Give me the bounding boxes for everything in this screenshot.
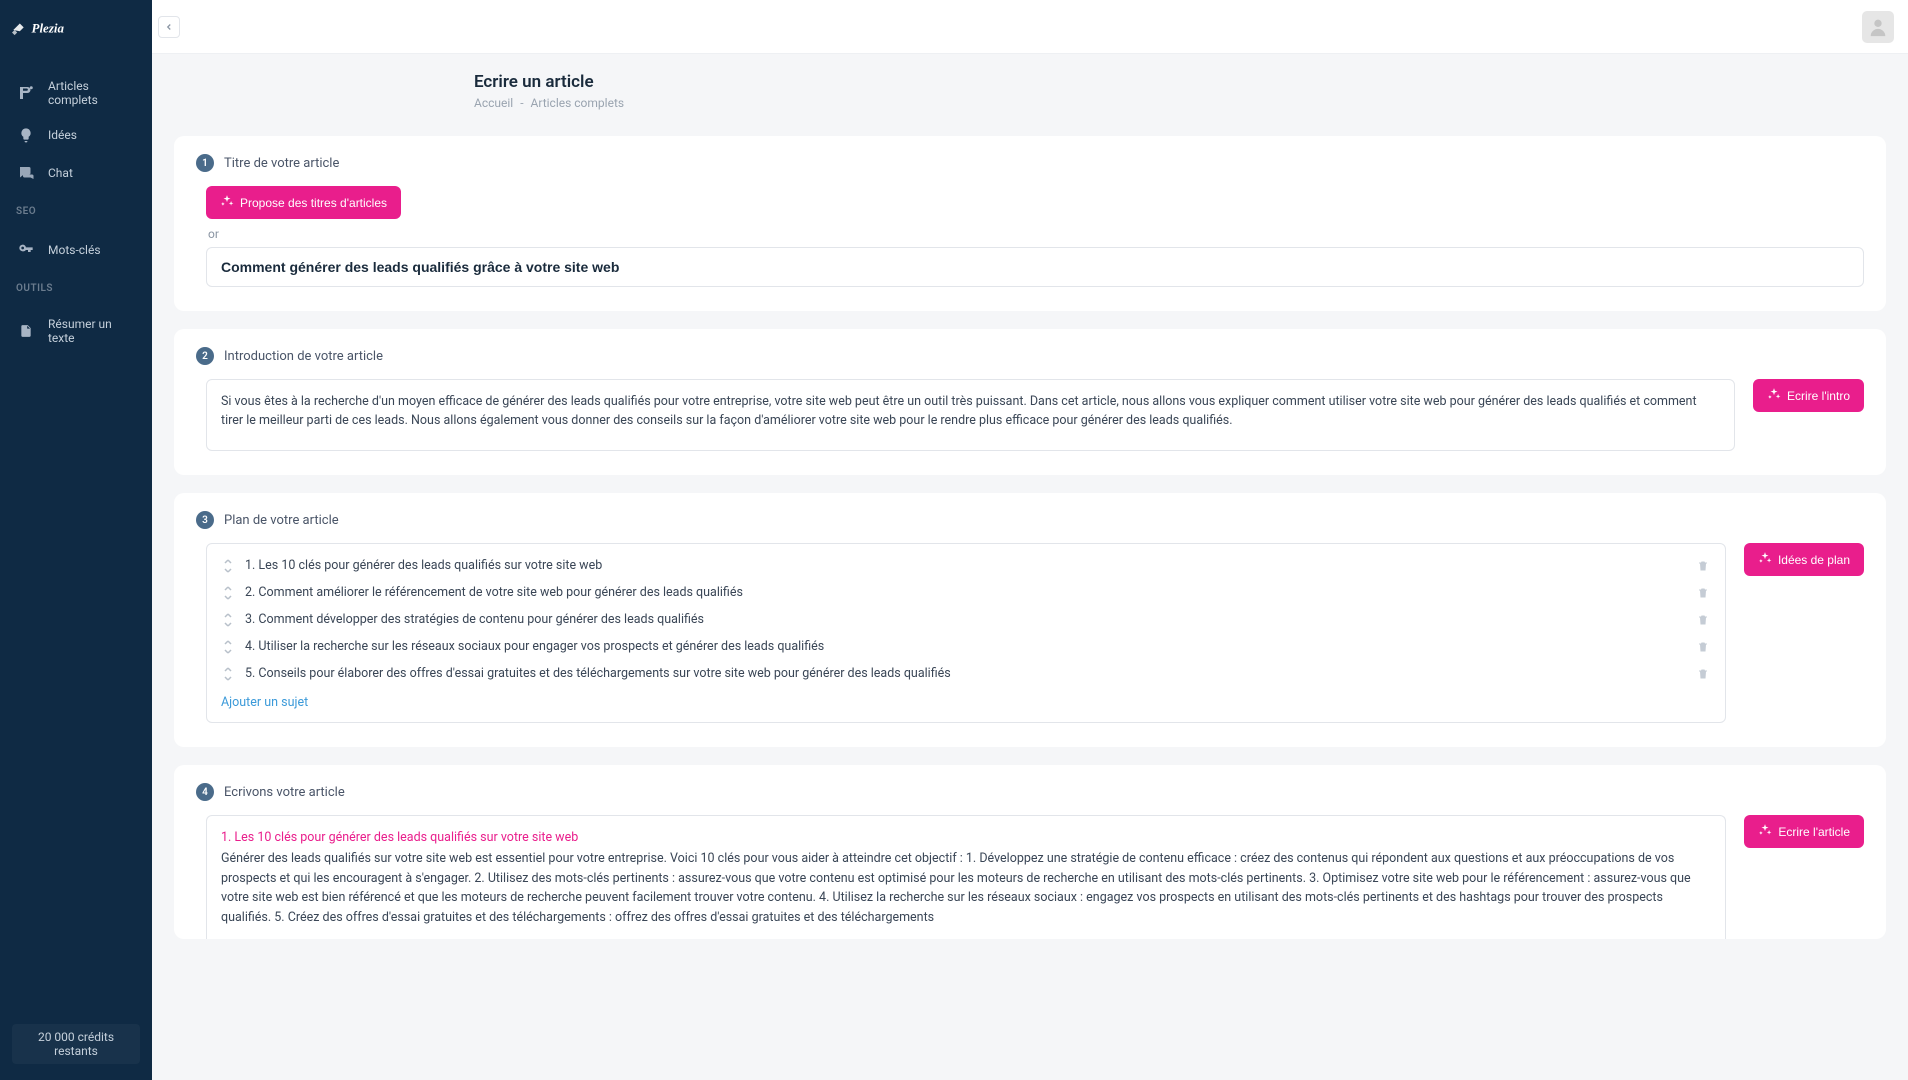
lightbulb-icon [16,125,36,145]
key-icon [16,240,36,260]
sparkle-icon [1758,551,1772,568]
breadcrumb-current[interactable]: Articles complets [531,96,625,110]
add-subject-link[interactable]: Ajouter un sujet [207,687,1725,712]
plan-item-text: 1. Les 10 clés pour générer des leads qu… [245,558,1685,573]
sidebar-item-label: Résumer un texte [48,317,136,345]
write-article-button[interactable]: Ecrire l'article [1744,815,1864,848]
write-intro-button[interactable]: Ecrire l'intro [1753,379,1864,412]
step-intro-card: 2 Introduction de votre article Si vous … [174,329,1886,475]
sidebar-item-keywords[interactable]: Mots-clés [0,231,152,269]
sidebar-collapse-button[interactable] [158,16,180,38]
sparkle-icon [220,194,234,211]
step-3-label: Plan de votre article [224,513,339,528]
step-write-card: 4 Ecrivons votre article 1. Les 10 clés … [174,765,1886,939]
sparkle-icon [1758,823,1772,840]
step-1-badge: 1 [196,154,214,172]
sidebar-item-label: Chat [48,166,73,180]
step-title-card: 1 Titre de votre article Propose des tit… [174,136,1886,311]
article-title-input[interactable] [206,247,1864,287]
tools-heading: OUTILS [0,275,152,302]
article-section-body: Générer des leads qualifiés sur votre si… [221,849,1711,927]
drag-handle-icon[interactable] [221,559,235,573]
step-3-badge: 3 [196,511,214,529]
drag-handle-icon[interactable] [221,640,235,654]
step-2-label: Introduction de votre article [224,349,383,364]
svg-text:Plezia: Plezia [32,21,65,36]
propose-titles-button[interactable]: Propose des titres d'articles [206,186,401,219]
plan-list: 1. Les 10 clés pour générer des leads qu… [206,543,1726,723]
sidebar-item-ideas[interactable]: Idées [0,116,152,154]
plan-item[interactable]: 1. Les 10 clés pour générer des leads qu… [207,552,1725,579]
sidebar-item-label: Mots-clés [48,243,101,257]
page-header: Ecrire un article Accueil - Articles com… [152,54,1908,128]
drag-handle-icon[interactable] [221,586,235,600]
page-title: Ecrire un article [474,72,1908,92]
plan-item[interactable]: 2. Comment améliorer le référencement de… [207,579,1725,606]
credits-remaining: 20 000 crédits restants [12,1024,140,1064]
sidebar: Plezia Articles complets Idées Chat [0,0,152,1080]
sidebar-item-summarize[interactable]: Résumer un texte [0,308,152,354]
topbar [152,0,1908,54]
article-content[interactable]: 1. Les 10 clés pour générer des leads qu… [206,815,1726,939]
trash-icon[interactable] [1695,640,1711,654]
step-4-badge: 4 [196,783,214,801]
plan-item[interactable]: 4. Utiliser la recherche sur les réseaux… [207,633,1725,660]
sidebar-item-label: Idées [48,128,77,142]
sparkle-icon [1767,387,1781,404]
sidebar-item-chat[interactable]: Chat [0,154,152,192]
trash-icon[interactable] [1695,667,1711,681]
drag-handle-icon[interactable] [221,613,235,627]
step-1-label: Titre de votre article [224,156,339,171]
step-4-label: Ecrivons votre article [224,785,345,800]
blog-icon [16,83,36,103]
drag-handle-icon[interactable] [221,667,235,681]
or-text: or [208,227,1864,241]
plan-item-text: 5. Conseils pour élaborer des offres d'e… [245,666,1685,681]
sidebar-item-articles[interactable]: Articles complets [0,70,152,116]
seo-heading: SEO [0,198,152,225]
step-2-badge: 2 [196,347,214,365]
plan-ideas-button[interactable]: Idées de plan [1744,543,1864,576]
step-plan-card: 3 Plan de votre article 1. Les 10 clés p… [174,493,1886,747]
breadcrumb: Accueil - Articles complets [474,96,1908,110]
user-avatar[interactable] [1862,11,1894,43]
brand-logo: Plezia [0,0,152,64]
trash-icon[interactable] [1695,613,1711,627]
plan-item[interactable]: 5. Conseils pour élaborer des offres d'e… [207,660,1725,687]
breadcrumb-home[interactable]: Accueil [474,96,513,110]
document-icon [16,321,36,341]
plan-item-text: 4. Utiliser la recherche sur les réseaux… [245,639,1685,654]
plan-item[interactable]: 3. Comment développer des stratégies de … [207,606,1725,633]
plan-item-text: 2. Comment améliorer le référencement de… [245,585,1685,600]
plan-item-text: 3. Comment développer des stratégies de … [245,612,1685,627]
trash-icon[interactable] [1695,559,1711,573]
article-section-heading: 1. Les 10 clés pour générer des leads qu… [221,828,1711,847]
intro-textarea[interactable]: Si vous êtes à la recherche d'un moyen e… [206,379,1735,451]
trash-icon[interactable] [1695,586,1711,600]
sidebar-item-label: Articles complets [48,79,136,107]
chat-icon [16,163,36,183]
